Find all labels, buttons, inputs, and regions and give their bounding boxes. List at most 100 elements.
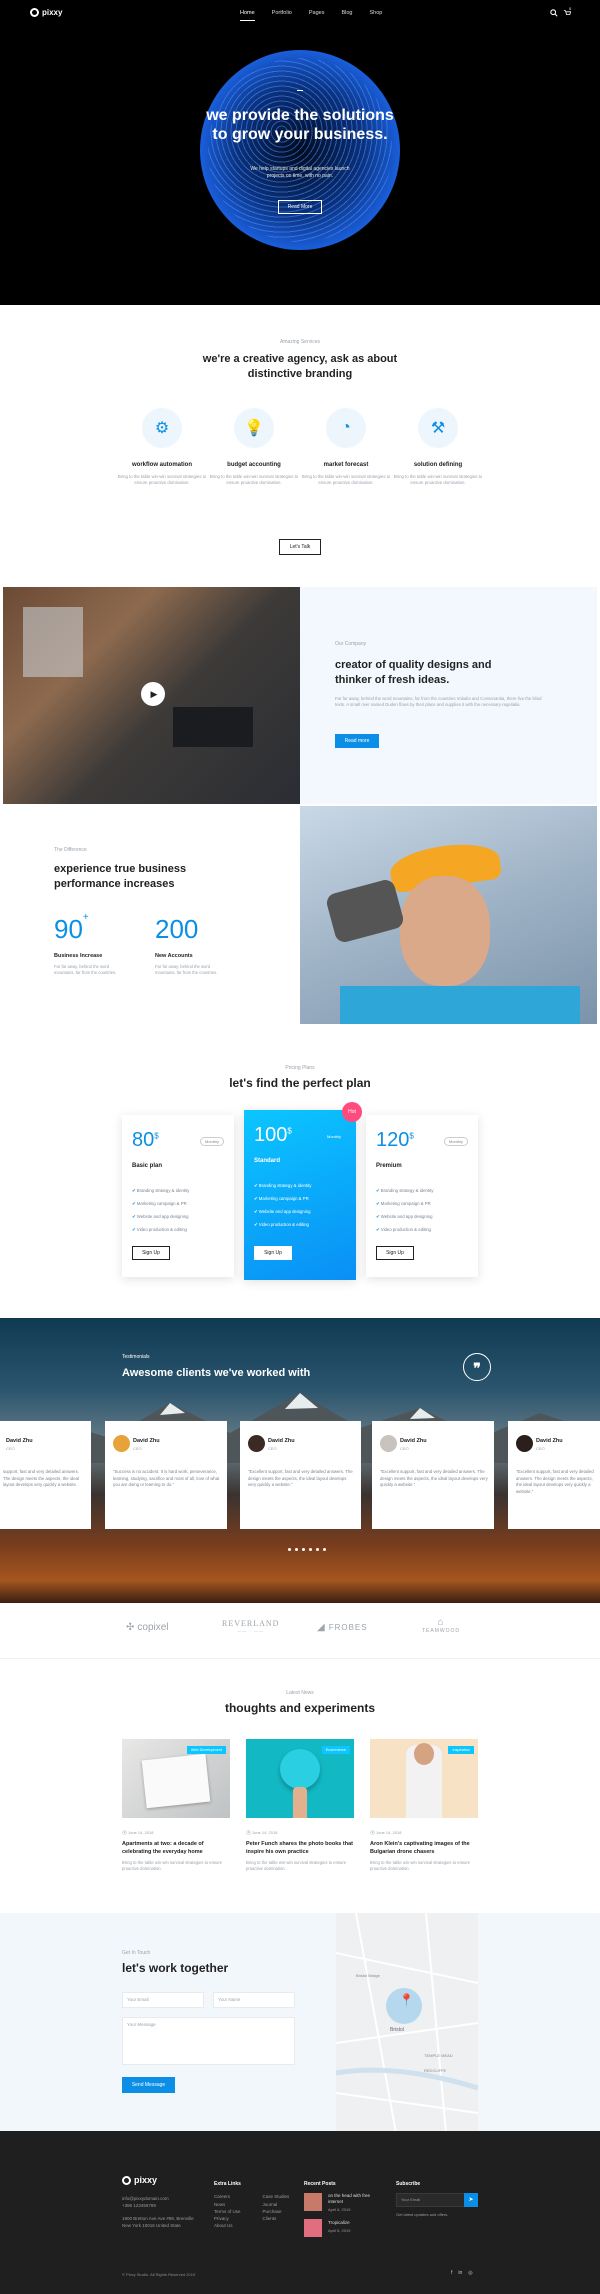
plan-card-standard: 100$ Monthly Hot Standard Branding strat… (244, 1102, 362, 1280)
plan-price: 100$ (254, 1124, 292, 1147)
hero-subtitle-line-2: projects on time, with no pain. (266, 173, 334, 179)
plan-period: Monthly (199, 1137, 224, 1146)
stat-label: Business Increase (54, 953, 103, 959)
dribbble-icon[interactable]: ◎ (468, 2270, 472, 2276)
nav-item-portfolio[interactable]: Portfolio (272, 10, 292, 16)
footer-link[interactable]: Purchase (263, 2208, 290, 2215)
testimonials-title: Awesome clients we've worked with (122, 1367, 311, 1379)
subscribe-input[interactable]: Your Email ➤ (396, 2193, 478, 2208)
news-tag[interactable]: Web Development (186, 1746, 226, 1754)
message-field[interactable]: Your Message (122, 2017, 295, 2065)
footer-link[interactable]: Journal (263, 2201, 290, 2208)
news-tag[interactable]: Inspiration (448, 1746, 474, 1754)
news-image: Ecommerce (246, 1739, 354, 1818)
testimonial-card: David Zhu CEO support, fast and very det… (0, 1421, 91, 1529)
nav-item-pages[interactable]: Pages (309, 10, 325, 16)
map-pin-icon[interactable]: 📍 (399, 1993, 414, 2007)
footer-link[interactable]: News (214, 2201, 241, 2208)
plan-signup-button[interactable]: Sign Up (254, 1246, 292, 1260)
man-with-camera-photo (300, 806, 597, 1024)
recent-post[interactable]: Tropicalize April 6, 2019 (304, 2219, 384, 2245)
hammer-icon: ⚒ (418, 408, 458, 448)
linkedin-icon[interactable]: in (458, 2270, 462, 2276)
slider-dot[interactable] (316, 1548, 319, 1551)
teamwood-logo-icon: ⌂ (437, 1617, 445, 1628)
news-desc: Bring to the table win-win survival stra… (122, 1860, 223, 1871)
plan-signup-button[interactable]: Sign Up (376, 1246, 414, 1260)
company-read-more-button[interactable]: Read more (335, 734, 379, 748)
footer-logo[interactable]: pixxy (122, 2175, 157, 2185)
facebook-icon[interactable]: f (451, 2270, 452, 2276)
plan-signup-button[interactable]: Sign Up (132, 1246, 170, 1260)
slider-dot[interactable] (295, 1548, 298, 1551)
recent-post-title[interactable]: on the head with free internet (328, 2193, 384, 2205)
footer-link[interactable]: About Us (214, 2222, 241, 2229)
office-team-photo: ▶ (3, 587, 300, 804)
hero-title-line-2: to grow your business. (212, 126, 388, 143)
service-desc: Bring to the table win-win survival stra… (393, 474, 483, 485)
nav-item-blog[interactable]: Blog (341, 10, 352, 16)
company-title-line-2: thinker of fresh ideas. (335, 674, 450, 686)
slider-dot[interactable] (288, 1548, 291, 1551)
news-card[interactable]: Web Development 🕓 June 14, 2018 Apartmen… (122, 1739, 230, 1872)
footer-link[interactable]: Clients (263, 2215, 290, 2222)
recent-post-thumb (304, 2193, 322, 2212)
news-headline[interactable]: Apartments at two: a decade of celebrati… (122, 1841, 230, 1856)
service-solution: ⚒ solution defining Bring to the table w… (393, 408, 483, 486)
plan-feature: Video production & editing (254, 1222, 311, 1228)
brand-copixel[interactable]: ✣ copixel (126, 1622, 169, 1633)
search-icon[interactable] (550, 9, 558, 17)
recent-post-title[interactable]: Tropicalize (328, 2219, 350, 2226)
gauge-icon: ◔ (326, 408, 366, 448)
plan-card-basic: 80$ Monthly Basic plan Branding strategy… (122, 1115, 234, 1277)
difference-panel: The Difference experience true business … (3, 806, 300, 1024)
video-play-button[interactable]: ▶ (141, 682, 165, 706)
brand-sub: —— · —— (237, 1628, 264, 1633)
brand-frobes[interactable]: ◢ FROBES (317, 1622, 368, 1633)
footer-link[interactable]: Terms of Use (214, 2208, 241, 2215)
nav-item-shop[interactable]: Shop (369, 10, 382, 16)
plan-price: 80$ (132, 1129, 159, 1152)
footer-link[interactable]: Case Studies (263, 2193, 290, 2200)
brand-teamwood[interactable]: ⌂ TEAMWOOD (422, 1617, 460, 1634)
map[interactable]: 📍 TEMPLE MEAD REDCLIFFE Bristol Bristol … (336, 1913, 478, 2133)
subscribe-placeholder: Your Email (401, 2197, 421, 2203)
footer-link[interactable]: Privacy (214, 2215, 241, 2222)
news-headline[interactable]: Aron Klein's captivating images of the B… (370, 1841, 478, 1856)
news-headline[interactable]: Peter Funch shares the photo books that … (246, 1841, 354, 1856)
footer-phone[interactable]: +386 123456789 (122, 2202, 194, 2209)
services-title: we're a creative agency, ask as about di… (0, 352, 600, 382)
testimonial-role: CEO (536, 1446, 545, 1451)
testimonial-text: "Success is no accident. It is hard work… (113, 1469, 220, 1487)
news-card[interactable]: Inspiration 🕓 June 14, 2018 Aron Klein's… (370, 1739, 478, 1872)
name-field[interactable]: Your Name (213, 1992, 295, 2008)
hero-globe-graphic (200, 50, 400, 250)
brand-logo[interactable]: pixxy (30, 8, 62, 17)
slider-dot[interactable] (323, 1548, 326, 1551)
send-message-button[interactable]: Send Message (122, 2077, 175, 2093)
plan-features: Branding strategy & identity Marketing c… (376, 1188, 434, 1240)
plan-price: 120$ (376, 1129, 414, 1152)
service-title: solution defining (413, 462, 463, 468)
hero-read-more-button[interactable]: Read More (278, 200, 322, 214)
services-title-line-1: we're a creative agency, ask as about (202, 353, 398, 365)
window-shape (23, 607, 83, 677)
email-field[interactable]: Your Email (122, 1992, 204, 2008)
news-tag[interactable]: Ecommerce (321, 1746, 350, 1754)
nav-item-home[interactable]: Home (240, 10, 255, 21)
footer: pixxy (0, 2131, 600, 2294)
recent-post[interactable]: on the head with free internet April 6, … (304, 2193, 384, 2219)
news-card[interactable]: Ecommerce 🕓 June 14, 2018 Peter Funch sh… (246, 1739, 354, 1872)
company-panel: Our Company creator of quality designs a… (300, 587, 597, 804)
slider-dot[interactable] (309, 1548, 312, 1551)
plan-name: Basic plan (132, 1163, 163, 1169)
footer-link[interactable]: Careers (214, 2193, 241, 2200)
brand-reverland[interactable]: REVERLAND —— · —— (222, 1619, 279, 1633)
map-label: Bristol Bridge (356, 1973, 380, 1978)
subscribe-send-icon[interactable]: ➤ (464, 2193, 478, 2208)
footer-email[interactable]: info@pixxydomain.com (122, 2195, 194, 2202)
head-shape (414, 1743, 434, 1765)
lets-talk-button[interactable]: Let's Talk (279, 539, 321, 555)
slider-dot[interactable] (302, 1548, 305, 1551)
news-title: thoughts and experiments (224, 1701, 376, 1715)
